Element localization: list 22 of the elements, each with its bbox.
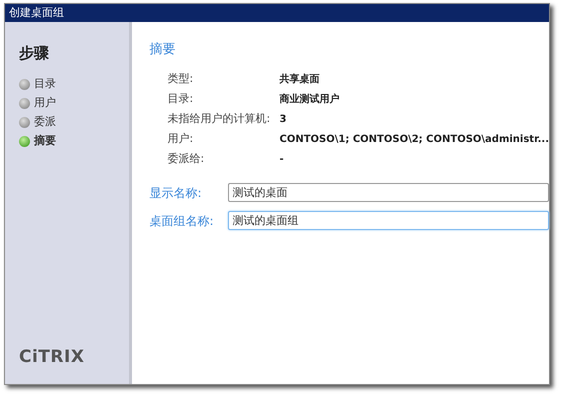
field-value: - xyxy=(280,153,284,167)
step-label[interactable]: 摘要 xyxy=(34,132,56,150)
input-field[interactable]: 测试的桌面 xyxy=(228,183,549,202)
field-label: 委派给: xyxy=(168,151,206,168)
field-value: 共享桌面 xyxy=(280,72,320,87)
field-label: 桌面组名称: xyxy=(150,212,215,230)
step-label[interactable]: 目录 xyxy=(34,76,56,92)
step-label[interactable]: 委派 xyxy=(34,114,56,130)
field-label: 用户: xyxy=(168,131,194,148)
field-label: 类型: xyxy=(168,71,194,88)
step-label[interactable]: 用户 xyxy=(34,94,56,112)
field-value: 3 xyxy=(280,113,286,127)
field-label: 未指给用户的计算机: xyxy=(168,111,272,128)
sidebar-heading: 步骤 xyxy=(19,43,50,64)
field-value: CONTOSO\1; CONTOSO\2; CONTOSO\administr... xyxy=(280,133,549,147)
field-value: 商业测试用户 xyxy=(280,92,340,107)
logo: CiTRIX xyxy=(19,346,86,368)
field-label: 目录: xyxy=(168,91,194,108)
input-field[interactable]: 测试的桌面组 xyxy=(228,211,549,230)
field-label: 显示名称: xyxy=(150,184,203,202)
window-title: 创建桌面组 xyxy=(5,4,549,22)
section-heading: 摘要 xyxy=(150,41,177,59)
